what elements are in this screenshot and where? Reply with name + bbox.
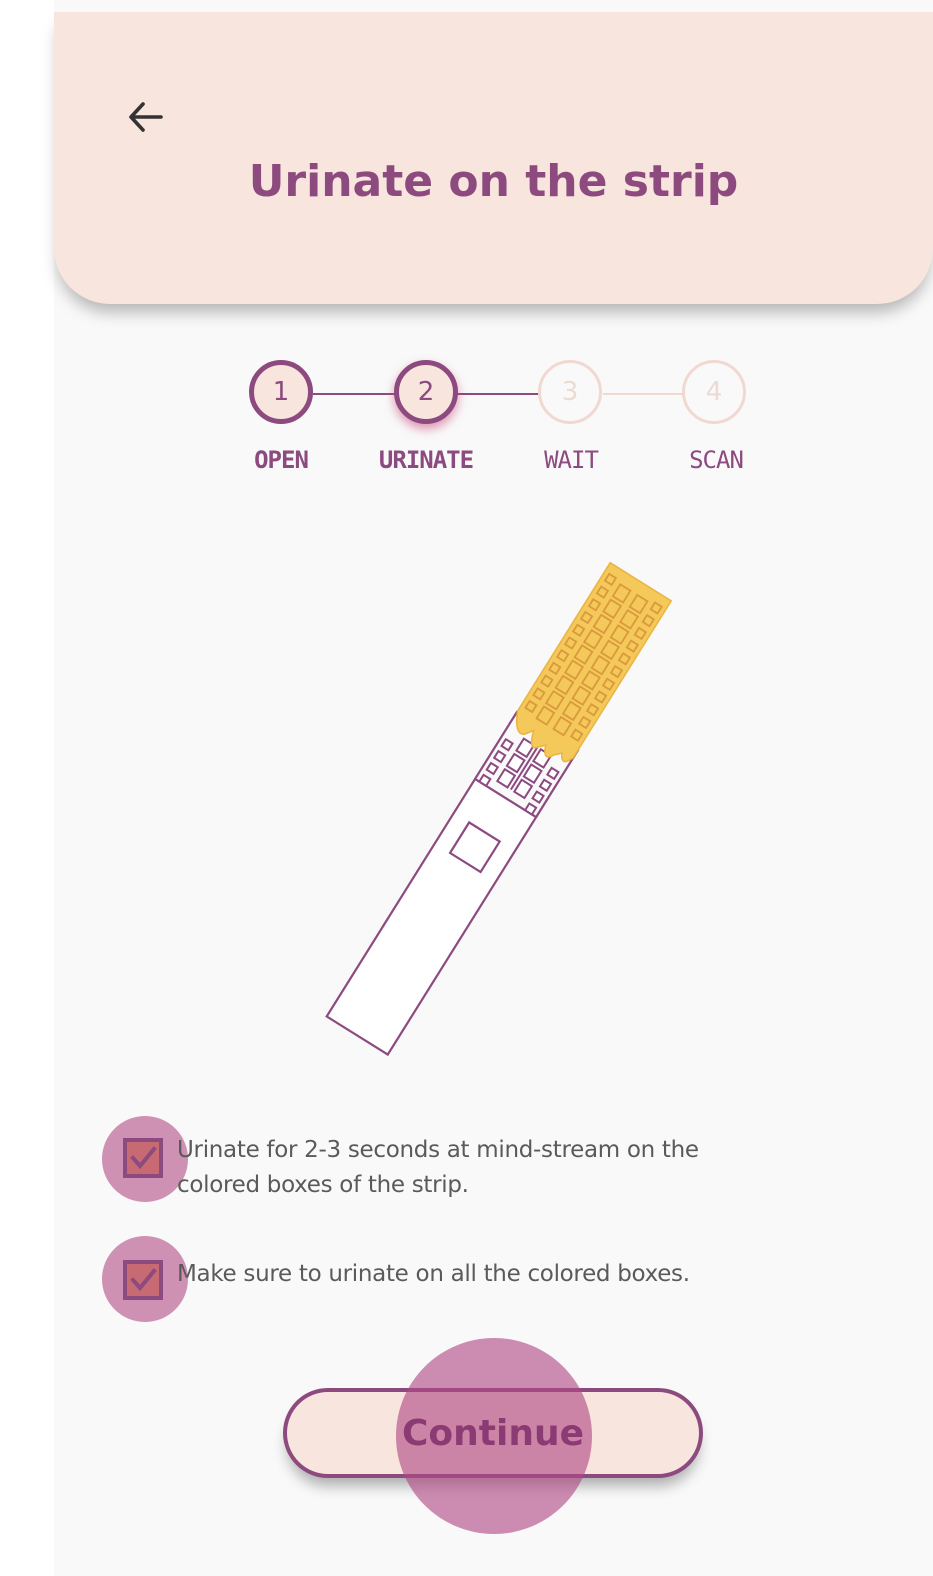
step-3-number: 3 bbox=[561, 377, 579, 407]
step-1-circle[interactable]: 1 bbox=[249, 360, 313, 424]
step-4-number: 4 bbox=[705, 377, 723, 407]
step-3-circle[interactable]: 3 bbox=[538, 360, 602, 424]
checklist-text-2: Make sure to urinate on all the colored … bbox=[177, 1261, 690, 1287]
checkbox-2[interactable] bbox=[123, 1260, 163, 1300]
checklist-text-1-line-1: Urinate for 2-3 seconds at mind-stream o… bbox=[177, 1137, 699, 1163]
left-margin bbox=[0, 0, 54, 1576]
arrow-left-icon bbox=[129, 102, 163, 132]
checkmark-icon bbox=[130, 1146, 157, 1170]
checkmark-icon bbox=[130, 1268, 157, 1292]
back-button[interactable] bbox=[118, 90, 172, 144]
step-2-number: 2 bbox=[417, 377, 435, 407]
page-title: Urinate on the strip bbox=[248, 156, 739, 207]
step-1-number: 1 bbox=[272, 377, 290, 407]
step-2-label: URINATE bbox=[378, 446, 474, 474]
step-4-label: SCAN bbox=[689, 446, 744, 474]
test-strip-illustration bbox=[325, 561, 673, 1057]
step-1-label: OPEN bbox=[254, 446, 309, 474]
step-3-label: WAIT bbox=[544, 446, 599, 474]
step-connector-3-4 bbox=[603, 393, 683, 395]
checklist-text-1: Urinate for 2-3 seconds at mind-stream o… bbox=[177, 1133, 699, 1203]
step-connector-2-3 bbox=[457, 393, 539, 395]
step-4-circle[interactable]: 4 bbox=[682, 360, 746, 424]
checkbox-1[interactable] bbox=[123, 1138, 163, 1178]
step-connector-1-2 bbox=[313, 393, 395, 395]
continue-button[interactable] bbox=[283, 1388, 703, 1478]
checklist-text-1-line-2: colored boxes of the strip. bbox=[177, 1172, 469, 1198]
step-2-circle[interactable]: 2 bbox=[394, 360, 458, 424]
